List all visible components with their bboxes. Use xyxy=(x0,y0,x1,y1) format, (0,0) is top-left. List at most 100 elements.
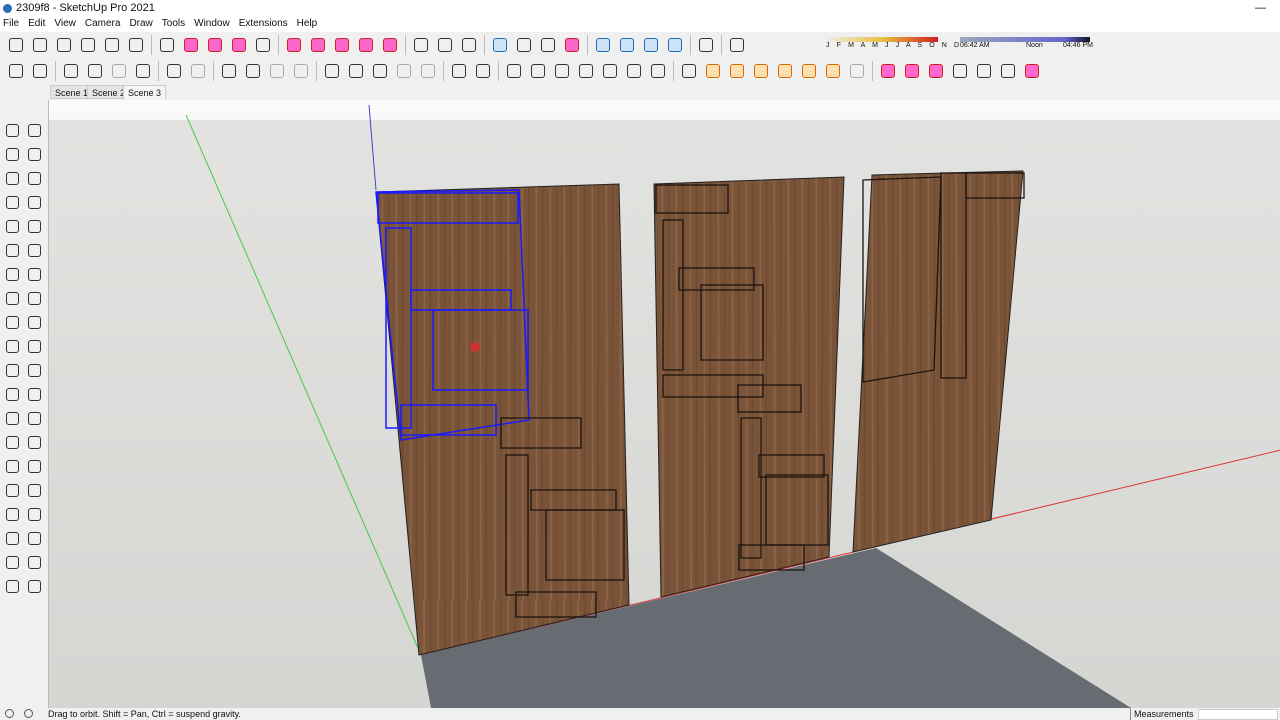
zoom-button[interactable] xyxy=(538,35,558,55)
iso-view-button[interactable] xyxy=(6,35,26,55)
measurements-input[interactable] xyxy=(1198,709,1278,720)
menu-draw[interactable]: Draw xyxy=(126,16,158,32)
scale-button[interactable] xyxy=(356,35,376,55)
scale-button[interactable] xyxy=(2,335,22,357)
dynamic-component-button[interactable] xyxy=(679,61,699,81)
menu-extensions[interactable]: Extensions xyxy=(236,16,294,32)
top-view-button[interactable] xyxy=(30,35,50,55)
sandbox-button[interactable] xyxy=(641,35,661,55)
rectangle-button[interactable] xyxy=(2,191,22,213)
solid-subtract-button[interactable] xyxy=(370,61,390,81)
rectangle-button[interactable] xyxy=(253,35,273,55)
protractor-button[interactable] xyxy=(2,383,22,405)
eraser-button[interactable] xyxy=(24,143,44,165)
extension-7-button[interactable] xyxy=(1022,61,1042,81)
rotated-rectangle-button[interactable] xyxy=(24,191,44,213)
arc-button[interactable] xyxy=(229,35,249,55)
line-button[interactable] xyxy=(2,167,22,189)
extension-3-button[interactable] xyxy=(926,61,946,81)
extension-2-button[interactable] xyxy=(902,61,922,81)
style-x-ray-button[interactable] xyxy=(6,61,26,81)
section-cut-button[interactable] xyxy=(267,61,287,81)
layout-button[interactable] xyxy=(24,575,44,597)
tape-measure-button[interactable] xyxy=(2,359,22,381)
solid-intersect-button[interactable] xyxy=(346,61,366,81)
3d-viewport[interactable] xyxy=(48,100,1280,708)
shaded-button[interactable] xyxy=(109,61,129,81)
geo-location-icon[interactable] xyxy=(5,709,14,718)
3d-text-button[interactable] xyxy=(24,407,44,429)
display-cuts-button[interactable] xyxy=(243,61,263,81)
minimize-button[interactable]: — xyxy=(1255,2,1266,14)
lock-button[interactable] xyxy=(291,61,311,81)
arc-button[interactable] xyxy=(2,239,22,261)
menu-camera[interactable]: Camera xyxy=(82,16,127,32)
orange-tool-6-button[interactable] xyxy=(847,61,867,81)
left-view-button[interactable] xyxy=(126,35,146,55)
warehouse-button[interactable] xyxy=(2,551,22,573)
orange-tool-button[interactable] xyxy=(727,61,747,81)
shadows-toggle-button[interactable] xyxy=(727,35,747,55)
smoove-button[interactable] xyxy=(552,61,572,81)
menu-view[interactable]: View xyxy=(51,16,82,32)
polygon-button[interactable] xyxy=(24,215,44,237)
outer-shell-button[interactable] xyxy=(449,61,469,81)
right-view-button[interactable] xyxy=(78,35,98,55)
text-button[interactable] xyxy=(435,35,455,55)
hidden-line-button[interactable] xyxy=(85,61,105,81)
flip-edge-button[interactable] xyxy=(648,61,668,81)
sandbox-scratch-button[interactable] xyxy=(528,61,548,81)
orange-tool-5-button[interactable] xyxy=(823,61,843,81)
axes-button[interactable] xyxy=(2,407,22,429)
extension-warehouse-button[interactable] xyxy=(617,35,637,55)
zoom-extents-button[interactable] xyxy=(2,479,22,501)
look-around-button[interactable] xyxy=(24,503,44,525)
section-plane-button[interactable] xyxy=(164,61,184,81)
orbit-button[interactable] xyxy=(490,35,510,55)
pie-button[interactable] xyxy=(24,263,44,285)
back-view-button[interactable] xyxy=(102,35,122,55)
solid-union-button[interactable] xyxy=(322,61,342,81)
move-button[interactable] xyxy=(2,287,22,309)
tape-measure-button[interactable] xyxy=(411,35,431,55)
pan-button[interactable] xyxy=(24,431,44,453)
component-button[interactable] xyxy=(24,119,44,141)
front-view-button[interactable] xyxy=(54,35,74,55)
solid-trim-button[interactable] xyxy=(394,61,414,81)
eraser-button[interactable] xyxy=(181,35,201,55)
position-camera-button[interactable] xyxy=(2,503,22,525)
credits-icon[interactable] xyxy=(24,709,33,718)
push-pull-button[interactable] xyxy=(24,287,44,309)
menu-window[interactable]: Window xyxy=(191,16,236,32)
two-point-arc-button[interactable] xyxy=(24,239,44,261)
walk-button[interactable] xyxy=(2,527,22,549)
component-button[interactable] xyxy=(473,61,493,81)
menu-tools[interactable]: Tools xyxy=(159,16,191,32)
offset-button[interactable] xyxy=(380,35,400,55)
add-detail-button[interactable] xyxy=(624,61,644,81)
extension-1-button[interactable] xyxy=(878,61,898,81)
dimension-button[interactable] xyxy=(24,359,44,381)
sandbox-button[interactable] xyxy=(2,575,22,597)
extension-6-button[interactable] xyxy=(998,61,1018,81)
select-button[interactable] xyxy=(2,119,22,141)
select-button[interactable] xyxy=(157,35,177,55)
shaded-textures-button[interactable] xyxy=(133,61,153,81)
rotate-button[interactable] xyxy=(2,311,22,333)
menu-help[interactable]: Help xyxy=(294,16,324,32)
orange-tool-3-button[interactable] xyxy=(775,61,795,81)
stamp-button[interactable] xyxy=(576,61,596,81)
zoom-extents-button[interactable] xyxy=(562,35,582,55)
orange-tool-4-button[interactable] xyxy=(799,61,819,81)
menu-file[interactable]: File xyxy=(0,16,25,32)
style-back-edges-button[interactable] xyxy=(30,61,50,81)
move-button[interactable] xyxy=(308,35,328,55)
orange-tool-2-button[interactable] xyxy=(751,61,771,81)
paint-bucket-button[interactable] xyxy=(459,35,479,55)
rotate-button[interactable] xyxy=(332,35,352,55)
follow-me-button[interactable] xyxy=(24,311,44,333)
sandbox-from-contours-button[interactable] xyxy=(504,61,524,81)
extension-button[interactable] xyxy=(24,551,44,573)
zoom-button[interactable] xyxy=(2,455,22,477)
dimension-button[interactable] xyxy=(696,35,716,55)
